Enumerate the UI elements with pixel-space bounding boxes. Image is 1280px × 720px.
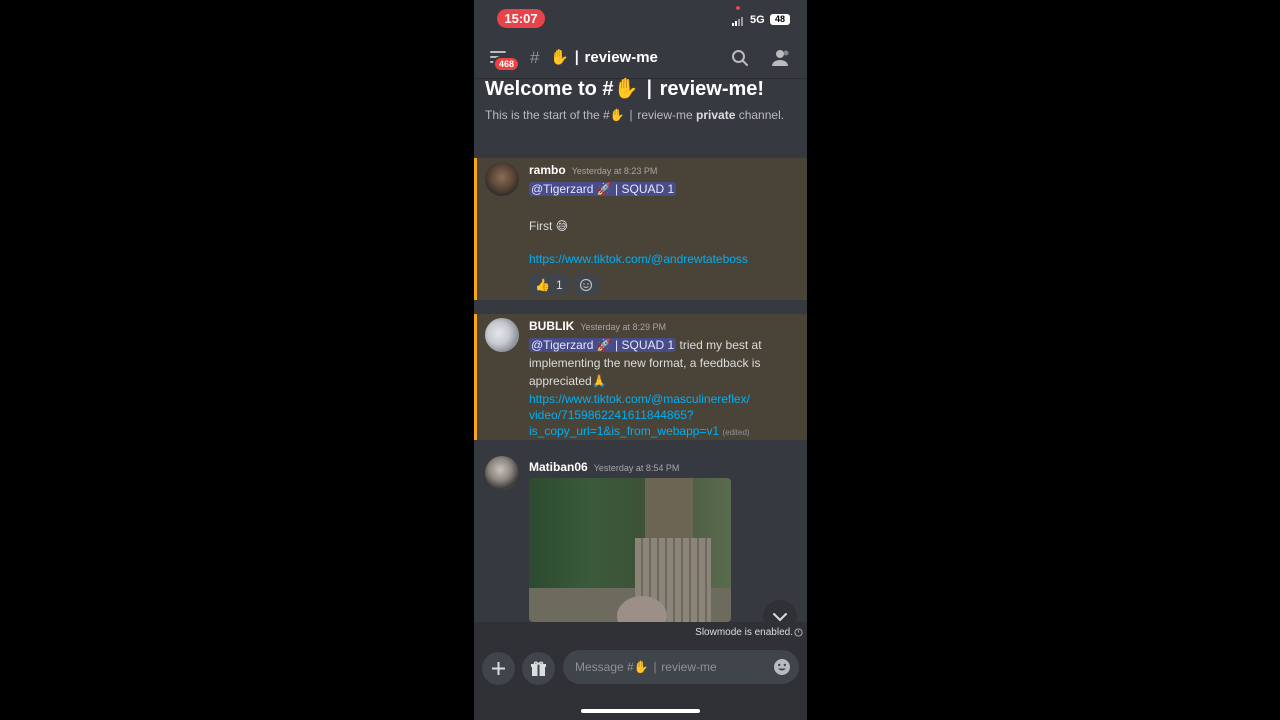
message-author[interactable]: Matiban06 Yesterday at 8:54 PM: [529, 460, 679, 474]
message-placeholder: Message #✋ ∣ review-me: [575, 660, 717, 674]
attach-button[interactable]: [482, 652, 515, 685]
status-bar: 15:07 5G 48: [474, 0, 807, 36]
message-divider: [474, 300, 807, 314]
cellular-signal-icon: [732, 16, 746, 26]
reaction-emoji: 👍: [535, 278, 550, 292]
user-mention[interactable]: @Tigerzard 🚀 | SQUAD 1: [529, 182, 677, 196]
gift-icon: [531, 661, 546, 676]
home-indicator[interactable]: [581, 709, 700, 713]
channel-header: 468 # ✋ ∣ review-me: [474, 36, 807, 79]
message-text: appreciated🙏: [529, 374, 607, 388]
avatar[interactable]: [485, 456, 519, 490]
search-icon[interactable]: [731, 49, 749, 67]
message-text: First 😅: [529, 219, 569, 233]
message-link[interactable]: is_copy_url=1&is_from_webapp=v1: [529, 424, 719, 438]
message-link[interactable]: video/7159862241611844865?: [529, 408, 694, 422]
message-link[interactable]: https://www.tiktok.com/@andrewtateboss: [529, 252, 748, 266]
slowmode-bar: Slowmode is enabled.: [474, 622, 807, 644]
members-icon[interactable]: [771, 48, 791, 68]
video-attachment[interactable]: [529, 478, 731, 622]
message-link[interactable]: https://www.tiktok.com/@masculinereflex/: [529, 392, 750, 406]
status-time: 15:07: [497, 9, 545, 28]
welcome-title: Welcome to #✋ ∣ review-me!: [485, 78, 765, 100]
message-author[interactable]: rambo Yesterday at 8:23 PM: [529, 163, 657, 177]
thumbs-up-reaction[interactable]: 👍 1: [529, 274, 569, 296]
message-rambo[interactable]: rambo Yesterday at 8:23 PM @Tigerzard 🚀 |…: [474, 158, 807, 300]
welcome-sub-suffix: channel.: [735, 108, 785, 122]
channel-hash-icon: #: [530, 48, 540, 67]
slowmode-notice: Slowmode is enabled.: [695, 627, 793, 638]
message-author[interactable]: BUBLIK Yesterday at 8:29 PM: [529, 319, 666, 333]
recording-indicator-icon: [736, 6, 740, 10]
network-type: 5G: [750, 14, 765, 26]
avatar[interactable]: [485, 162, 519, 196]
author-name[interactable]: Matiban06: [529, 460, 588, 474]
add-reaction-icon: [579, 278, 593, 292]
edited-label: (edited): [722, 428, 750, 437]
reaction-count: 1: [555, 278, 563, 292]
message-bublik[interactable]: BUBLIK Yesterday at 8:29 PM @Tigerzard 🚀 …: [474, 314, 807, 440]
channel-title[interactable]: ✋ ∣ review-me: [550, 48, 658, 66]
discord-mobile-app: 15:07 5G 48 468 # ✋ ∣ review-me Welcome …: [474, 0, 807, 720]
author-name[interactable]: rambo: [529, 163, 566, 177]
media-trunk: [645, 478, 693, 538]
timer-icon: [794, 628, 803, 637]
plus-icon: [492, 662, 505, 675]
notification-badge: 468: [493, 56, 521, 72]
message-text: implementing the new format, a feedback …: [529, 356, 761, 370]
gift-button[interactable]: [522, 652, 555, 685]
author-name[interactable]: BUBLIK: [529, 319, 574, 333]
emoji-icon[interactable]: [773, 658, 791, 676]
welcome-sub-prefix: This is the start of the #✋ ∣ review-me: [485, 108, 697, 122]
welcome-subtitle: This is the start of the #✋ ∣ review-me …: [485, 108, 784, 122]
welcome-sub-private: private: [696, 108, 736, 122]
add-reaction-button[interactable]: [573, 274, 599, 296]
battery-icon: 48: [770, 14, 790, 25]
message-timestamp: Yesterday at 8:29 PM: [580, 322, 667, 332]
avatar[interactable]: [485, 318, 519, 352]
message-input[interactable]: Message #✋ ∣ review-me: [563, 650, 799, 684]
message-text: tried my best at: [676, 338, 762, 352]
chevron-down-icon: [773, 613, 787, 622]
message-timestamp: Yesterday at 8:54 PM: [593, 463, 680, 473]
message-timestamp: Yesterday at 8:23 PM: [571, 166, 658, 176]
user-mention[interactable]: @Tigerzard 🚀 | SQUAD 1: [529, 338, 677, 352]
